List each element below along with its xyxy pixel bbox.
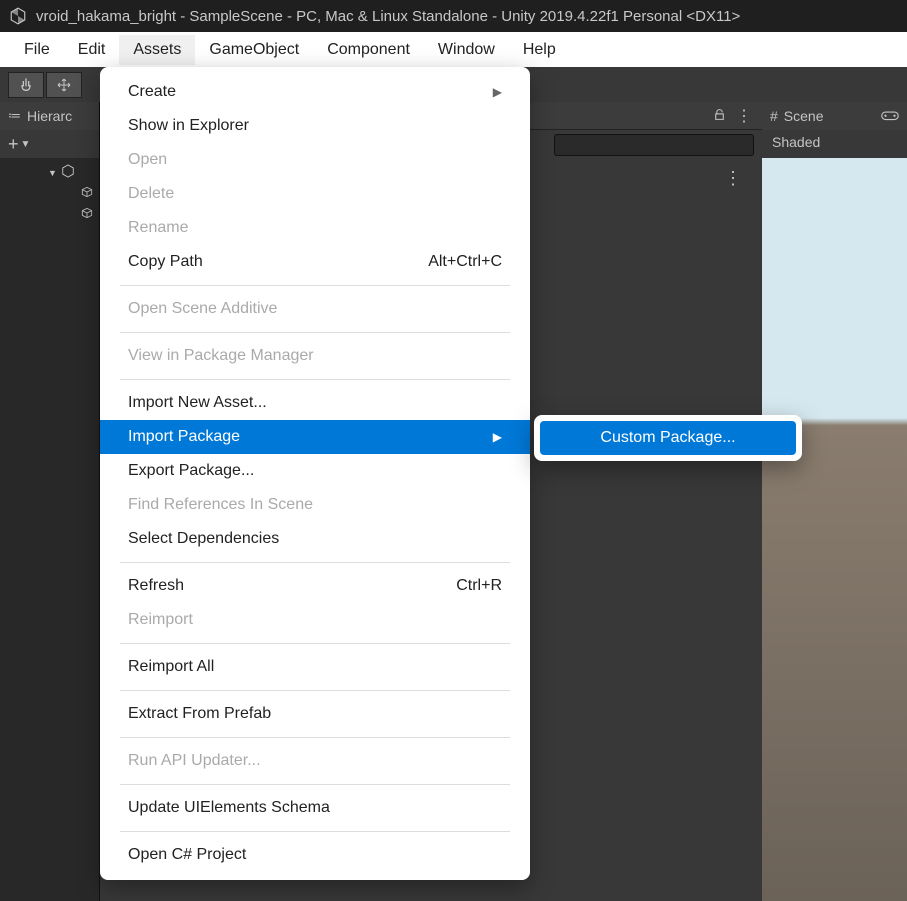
window-titlebar: vroid_hakama_bright - SampleScene - PC, … <box>0 0 907 32</box>
search-input[interactable] <box>554 134 754 156</box>
hierarchy-toolbar: + ▼ <box>0 130 99 158</box>
menu-item-label: Extract From Prefab <box>128 705 271 723</box>
menu-file[interactable]: File <box>10 35 64 65</box>
lock-icon[interactable] <box>713 108 726 124</box>
menu-item-export-package[interactable]: Export Package... <box>100 454 530 488</box>
menu-item-open-scene-additive: Open Scene Additive <box>100 292 530 326</box>
menu-item-label: Show in Explorer <box>128 117 249 135</box>
chevron-right-icon: ▶ <box>493 85 502 99</box>
triangle-icon: ▼ <box>48 168 57 178</box>
menu-item-label: Open C# Project <box>128 846 246 864</box>
menu-item-run-api-updater: Run API Updater... <box>100 744 530 778</box>
tree-row[interactable] <box>0 183 99 204</box>
menu-item-label: Create <box>128 83 176 101</box>
menu-item-import-package[interactable]: Import Package ▶ <box>100 420 530 454</box>
menu-item-shortcut: Ctrl+R <box>456 577 502 595</box>
chevron-right-icon: ▶ <box>493 430 502 444</box>
hierarchy-panel: ≔ Hierarc + ▼ ▼ <box>0 102 100 901</box>
menu-item-reimport: Reimport <box>100 603 530 637</box>
unity-cube-icon <box>61 164 75 181</box>
scene-icon: # <box>770 108 778 124</box>
menu-item-label: Open <box>128 151 167 169</box>
menu-item-label: Run API Updater... <box>128 752 261 770</box>
menu-item-open-c-project[interactable]: Open C# Project <box>100 838 530 872</box>
tree-row[interactable] <box>0 204 99 225</box>
menu-item-label: Find References In Scene <box>128 496 313 514</box>
cube-icon <box>80 185 94 202</box>
game-icon <box>881 108 899 124</box>
scene-panel: # Scene Shaded <box>762 102 907 901</box>
menu-item-show-in-explorer[interactable]: Show in Explorer <box>100 109 530 143</box>
menu-item-label: Open Scene Additive <box>128 300 277 318</box>
menu-item-label: Refresh <box>128 577 184 595</box>
unity-logo-icon <box>8 6 28 26</box>
import-package-submenu: Custom Package... <box>534 415 802 461</box>
hierarchy-tab[interactable]: ≔ Hierarc <box>0 102 99 130</box>
menu-item-label: View in Package Manager <box>128 347 314 365</box>
menu-item-view-in-package-manager: View in Package Manager <box>100 339 530 373</box>
overflow-menu-icon[interactable]: ⋮ <box>736 106 752 126</box>
menu-separator <box>120 643 510 644</box>
menu-edit[interactable]: Edit <box>64 35 120 65</box>
menu-separator <box>120 737 510 738</box>
menu-item-label: Reimport All <box>128 658 214 676</box>
menu-item-label: Import New Asset... <box>128 394 267 412</box>
assets-dropdown-menu: Create ▶ Show in Explorer Open Delete Rename C… <box>100 67 530 880</box>
menu-item-label: Rename <box>128 219 188 237</box>
menu-separator <box>120 831 510 832</box>
tree-row[interactable]: ▼ <box>0 162 99 183</box>
menu-item-label: Export Package... <box>128 462 254 480</box>
add-button[interactable]: + <box>8 134 19 155</box>
menu-item-label: Import Package <box>128 428 240 446</box>
submenu-item-custom-package[interactable]: Custom Package... <box>540 421 796 455</box>
menu-item-create[interactable]: Create ▶ <box>100 75 530 109</box>
menu-separator <box>120 562 510 563</box>
menu-item-rename: Rename <box>100 211 530 245</box>
hierarchy-tree: ▼ <box>0 158 99 229</box>
menu-item-delete: Delete <box>100 177 530 211</box>
dropdown-arrow-icon[interactable]: ▼ <box>21 139 31 150</box>
cube-icon <box>80 206 94 223</box>
overflow-menu-icon[interactable]: ⋮ <box>714 162 752 195</box>
menu-assets[interactable]: Assets <box>119 35 195 65</box>
menu-item-find-references-in-scene: Find References In Scene <box>100 488 530 522</box>
scene-viewport[interactable] <box>762 158 907 901</box>
menu-item-label: Reimport <box>128 611 193 629</box>
menu-item-label: Select Dependencies <box>128 530 279 548</box>
menu-item-update-uielements-schema[interactable]: Update UIElements Schema <box>100 791 530 825</box>
move-tool-button[interactable] <box>46 72 82 98</box>
menu-separator <box>120 285 510 286</box>
menu-item-label: Update UIElements Schema <box>128 799 330 817</box>
hand-tool-button[interactable] <box>8 72 44 98</box>
scene-shading-dropdown[interactable]: Shaded <box>762 130 907 158</box>
menu-window[interactable]: Window <box>424 35 509 65</box>
menu-item-open: Open <box>100 143 530 177</box>
menu-item-shortcut: Alt+Ctrl+C <box>428 253 502 271</box>
menu-item-label: Delete <box>128 185 174 203</box>
menu-separator <box>120 379 510 380</box>
hierarchy-title: Hierarc <box>27 108 72 124</box>
hierarchy-icon: ≔ <box>8 108 21 124</box>
menu-separator <box>120 690 510 691</box>
menu-item-select-dependencies[interactable]: Select Dependencies <box>100 522 530 556</box>
menu-help[interactable]: Help <box>509 35 570 65</box>
menu-gameobject[interactable]: GameObject <box>195 35 313 65</box>
menu-item-import-new-asset[interactable]: Import New Asset... <box>100 386 530 420</box>
scene-title: Scene <box>784 108 824 124</box>
menu-item-refresh[interactable]: Refresh Ctrl+R <box>100 569 530 603</box>
menu-item-label: Copy Path <box>128 253 203 271</box>
shading-label: Shaded <box>772 134 820 150</box>
menu-separator <box>120 784 510 785</box>
menu-separator <box>120 332 510 333</box>
menu-component[interactable]: Component <box>313 35 424 65</box>
menu-item-copy-path[interactable]: Copy Path Alt+Ctrl+C <box>100 245 530 279</box>
window-title: vroid_hakama_bright - SampleScene - PC, … <box>36 8 740 25</box>
menu-item-extract-from-prefab[interactable]: Extract From Prefab <box>100 697 530 731</box>
menubar: FileEditAssetsGameObjectComponentWindowH… <box>0 32 907 67</box>
scene-tab[interactable]: # Scene <box>762 102 907 130</box>
menu-item-reimport-all[interactable]: Reimport All <box>100 650 530 684</box>
